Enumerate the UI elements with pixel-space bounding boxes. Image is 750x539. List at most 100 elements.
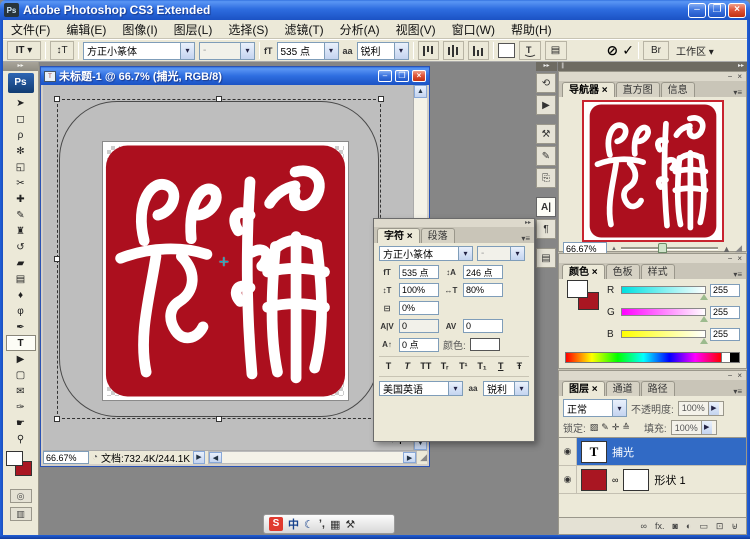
- text-color-swatch[interactable]: [498, 43, 515, 58]
- transform-handle[interactable]: [54, 96, 60, 102]
- tool-notes[interactable]: ✉: [6, 383, 36, 399]
- cancel-edits-button[interactable]: ⊘: [607, 42, 619, 59]
- layer-style-icon[interactable]: fx.: [655, 521, 665, 531]
- scroll-right-arrow[interactable]: ▶: [403, 452, 416, 463]
- tracking-input[interactable]: [463, 319, 503, 333]
- menu-analysis[interactable]: 分析(A): [332, 21, 388, 38]
- tool-blur[interactable]: ♦: [6, 287, 36, 303]
- tab-color[interactable]: 颜色 ×: [562, 264, 605, 279]
- faux-italic-button[interactable]: T: [400, 359, 415, 373]
- bridge-button[interactable]: Br: [643, 41, 669, 60]
- font-size-select[interactable]: 535 点 ▾: [277, 42, 339, 60]
- visibility-eye-icon[interactable]: ◉: [559, 466, 577, 493]
- strikethrough-button[interactable]: Ŧ: [512, 359, 527, 373]
- vertical-scale-input[interactable]: [399, 283, 439, 297]
- red-value-input[interactable]: [710, 284, 740, 297]
- panel-minimize-icon[interactable]: −: [728, 371, 733, 380]
- cp-font-family-select[interactable]: 方正小篆体 ▾: [379, 246, 473, 261]
- tool-crop[interactable]: ◱: [6, 159, 36, 175]
- tab-styles[interactable]: 样式: [641, 264, 675, 279]
- tab-histogram[interactable]: 直方图: [616, 82, 660, 97]
- color-spectrum-ramp[interactable]: [565, 352, 740, 363]
- all-caps-button[interactable]: TT: [418, 359, 433, 373]
- slider-thumb[interactable]: [700, 294, 708, 300]
- toolbox-collapse-handle[interactable]: ▸▸: [3, 62, 38, 71]
- minimize-button[interactable]: –: [688, 3, 706, 18]
- tool-magic-wand[interactable]: ✻: [6, 143, 36, 159]
- text-orientation-button[interactable]: ↕T: [50, 41, 74, 60]
- tool-eraser[interactable]: ▰: [6, 255, 36, 271]
- menu-select[interactable]: 选择(S): [220, 21, 276, 38]
- tool-healing-brush[interactable]: ✚: [6, 191, 36, 207]
- tool-rectangular-marquee[interactable]: ◻: [6, 111, 36, 127]
- align-center-button[interactable]: [443, 41, 464, 60]
- kerning-input[interactable]: [399, 319, 439, 333]
- shape-layer-thumbnail[interactable]: [581, 469, 607, 491]
- chevron-down-icon[interactable]: ▾: [180, 43, 194, 59]
- leading-input[interactable]: [463, 265, 503, 279]
- lock-transparency-icon[interactable]: ▨: [590, 422, 599, 433]
- character-panel-icon[interactable]: A|: [536, 197, 556, 217]
- subscript-button[interactable]: T₁: [475, 359, 490, 373]
- lock-all-icon[interactable]: ≙: [622, 422, 630, 433]
- transform-handle[interactable]: [216, 96, 222, 102]
- transform-handle[interactable]: [54, 416, 60, 422]
- lock-pixels-icon[interactable]: ✎: [601, 422, 609, 433]
- blue-value-input[interactable]: [710, 328, 740, 341]
- opacity-field[interactable]: 100% ▶: [678, 401, 724, 416]
- tab-channels[interactable]: 通道: [606, 381, 640, 396]
- tab-character[interactable]: 字符 ×: [377, 228, 420, 243]
- menu-window[interactable]: 窗口(W): [444, 21, 503, 38]
- zoom-slider-thumb[interactable]: [658, 243, 667, 253]
- language-select[interactable]: 美国英语 ▾: [379, 381, 463, 396]
- visibility-eye-icon[interactable]: ◉: [559, 438, 577, 465]
- panel-close-icon[interactable]: ×: [737, 254, 742, 263]
- add-mask-icon[interactable]: ◙: [672, 521, 677, 531]
- tool-move[interactable]: ➤: [6, 95, 36, 111]
- zoom-in-mountain-icon[interactable]: ▲: [722, 244, 731, 254]
- tab-layers[interactable]: 图层 ×: [562, 381, 605, 396]
- screen-mode-button[interactable]: ▥: [10, 507, 32, 521]
- baseline-shift-input[interactable]: [399, 338, 439, 352]
- panel-menu-icon[interactable]: ▾≡: [733, 88, 746, 97]
- lock-position-icon[interactable]: ✛: [612, 422, 620, 433]
- chevron-down-icon[interactable]: ▾: [612, 400, 626, 416]
- tool-brush[interactable]: ✎: [6, 207, 36, 223]
- layer-name[interactable]: 捕光: [612, 444, 634, 460]
- menu-image[interactable]: 图像(I): [114, 21, 165, 38]
- foreground-color-swatch[interactable]: [6, 451, 23, 466]
- slider-thumb[interactable]: [700, 316, 708, 322]
- chevron-down-icon[interactable]: ▾: [448, 382, 462, 395]
- workspace-button[interactable]: 工作区 ▾: [673, 41, 717, 60]
- tool-gradient[interactable]: ▤: [6, 271, 36, 287]
- ime-fullwidth-icon[interactable]: ☾: [304, 518, 314, 531]
- ime-punctuation-icon[interactable]: ’,: [319, 518, 325, 530]
- small-caps-button[interactable]: Tᵣ: [437, 359, 452, 373]
- horizontal-scale-input[interactable]: [463, 283, 503, 297]
- tool-presets-panel-icon[interactable]: ⚒: [536, 124, 556, 144]
- history-panel-icon[interactable]: ⟲: [536, 73, 556, 93]
- scroll-left-arrow[interactable]: ◀: [209, 452, 222, 463]
- doc-close-button[interactable]: ×: [412, 70, 426, 82]
- fill-field[interactable]: 100% ▶: [671, 420, 717, 435]
- warp-text-button[interactable]: T: [519, 41, 541, 60]
- align-top-button[interactable]: [418, 41, 439, 60]
- green-value-input[interactable]: [710, 306, 740, 319]
- tab-swatches[interactable]: 色板: [606, 264, 640, 279]
- blue-channel-slider[interactable]: [621, 330, 706, 338]
- chevron-down-icon[interactable]: ▾: [324, 43, 338, 59]
- status-menu-arrow[interactable]: ▶: [193, 451, 205, 464]
- layer-name[interactable]: 形状 1: [654, 472, 685, 488]
- transform-handle[interactable]: [378, 96, 384, 102]
- blend-mode-select[interactable]: 正常 ▾: [563, 399, 627, 417]
- toggle-palettes-button[interactable]: ▤: [545, 41, 567, 60]
- menu-filter[interactable]: 滤镜(T): [276, 21, 331, 38]
- proportional-spacing-input[interactable]: [399, 301, 439, 315]
- tool-lasso[interactable]: ρ: [6, 127, 36, 143]
- red-channel-slider[interactable]: [621, 286, 706, 294]
- ime-chinese-mode-icon[interactable]: 中: [288, 516, 299, 532]
- tool-zoom[interactable]: ⚲: [6, 431, 36, 447]
- tab-paths[interactable]: 路径: [641, 381, 675, 396]
- chevron-down-icon[interactable]: ▾: [458, 247, 472, 260]
- foreground-color-swatch[interactable]: [567, 280, 588, 298]
